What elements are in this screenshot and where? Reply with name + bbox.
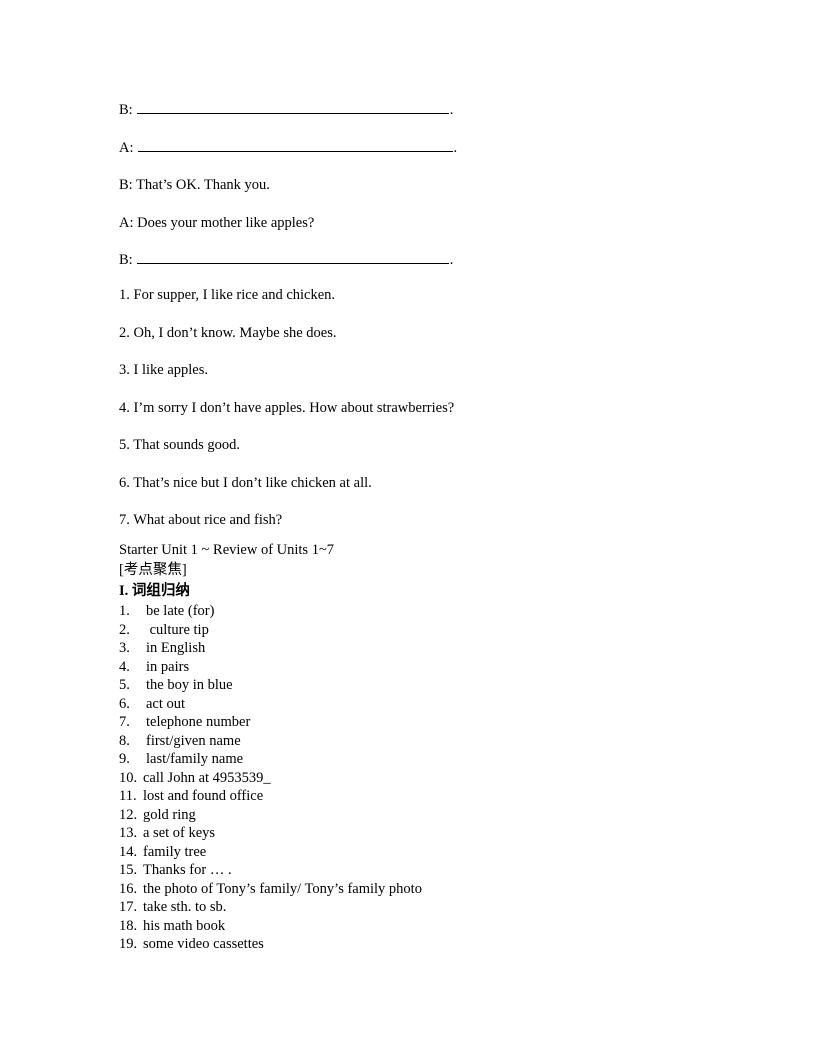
- dialogue-line-blank-b1: B:.: [119, 92, 739, 130]
- list-item-label: the photo of Tony’s family/ Tony’s famil…: [143, 880, 422, 897]
- list-item-label: the boy in blue: [146, 677, 233, 693]
- list-item-number: 14.: [119, 843, 138, 860]
- list-item-number: 2.: [119, 621, 130, 638]
- dialogue-line-a2: A: Does your mother like apples?: [119, 214, 315, 231]
- list-item-number: 1.: [119, 603, 130, 619]
- list-item: 19. some video cassettes: [119, 935, 759, 954]
- answer-sentence: 4. I’m sorry I don’t have apples. How ab…: [119, 399, 455, 416]
- list-item: 7. telephone number: [119, 713, 759, 732]
- blank-trailing-period: .: [449, 102, 454, 118]
- list-item: 2. culture tip: [119, 621, 759, 640]
- answer-blank-b2[interactable]: [136, 251, 449, 264]
- list-item-number: 12.: [119, 806, 138, 823]
- list-item-label: family tree: [143, 843, 207, 860]
- list-item: 8. first/given name: [119, 732, 759, 751]
- answer-sentence: 7. What about rice and fish?: [119, 512, 283, 528]
- dialogue-line-b2: B: That’s OK. Thank you.: [119, 177, 270, 193]
- list-item: 9. last/family name: [119, 750, 759, 769]
- section-heading-phrase-summary: I. 词组归纳: [119, 583, 190, 599]
- answer-blank-b1[interactable]: [136, 101, 449, 114]
- list-item-label: in pairs: [146, 658, 190, 675]
- list-item-number: 7.: [119, 714, 130, 730]
- list-item-label: be late (for): [146, 603, 215, 619]
- list-item: 5. the boy in blue: [119, 676, 759, 695]
- list-item-number: 19.: [119, 936, 138, 952]
- dialogue-line-blank-b2: B:.: [119, 242, 739, 280]
- list-item: 6. act out: [119, 695, 759, 714]
- list-item-number: 6.: [119, 695, 130, 712]
- speaker-label: B:: [119, 252, 133, 268]
- list-item-number: 8.: [119, 732, 130, 749]
- list-item-number: 11.: [119, 788, 137, 804]
- list-item-number: 15.: [119, 862, 138, 878]
- worksheet-page: B:. A:. B: That’s OK. Thank you. A: Does…: [0, 0, 816, 1056]
- focus-bracket-label: [考点聚焦]: [119, 562, 187, 578]
- phrase-list: 1. be late (for) 2. culture tip 3. in Engl…: [119, 602, 759, 954]
- list-item-number: 9.: [119, 751, 130, 767]
- list-item: 15. Thanks for … .: [119, 861, 759, 880]
- list-item: 16. the photo of Tony’s family/ Tony’s fa…: [119, 880, 759, 899]
- list-item-number: 18.: [119, 917, 138, 934]
- list-item-label: culture tip: [146, 621, 209, 638]
- list-item-label: some video cassettes: [143, 936, 264, 952]
- list-item-number: 10.: [119, 769, 138, 786]
- review-section: Starter Unit 1 ~ Review of Units 1~7 [考点…: [119, 541, 759, 954]
- list-item-label: take sth. to sb.: [143, 899, 227, 915]
- list-item: 18. his math book: [119, 917, 759, 936]
- answer-sentence: 3. I like apples.: [119, 362, 208, 378]
- answer-sentence-list: 1. For supper, I like rice and chicken. …: [119, 277, 759, 540]
- dialogue-block: B:. A:. B: That’s OK. Thank you. A: Does…: [119, 92, 739, 280]
- list-item-label: Thanks for … .: [143, 862, 232, 878]
- list-item: 3. in English: [119, 639, 759, 658]
- list-item: 14. family tree: [119, 843, 759, 862]
- list-item: 17. take sth. to sb.: [119, 898, 759, 917]
- list-item: 12. gold ring: [119, 806, 759, 825]
- answer-sentence: 2. Oh, I don’t know. Maybe she does.: [119, 324, 337, 341]
- list-item-label: lost and found office: [143, 788, 264, 804]
- list-item-number: 4.: [119, 658, 130, 675]
- list-item-label: telephone number: [146, 714, 251, 730]
- list-item: 11. lost and found office: [119, 787, 759, 806]
- list-item-number: 3.: [119, 640, 130, 656]
- answer-blank-a1[interactable]: [137, 138, 453, 152]
- answer-sentence: 1. For supper, I like rice and chicken.: [119, 287, 336, 303]
- speaker-label: B:: [119, 102, 133, 118]
- list-item: 1. be late (for): [119, 602, 759, 621]
- list-item-label: first/given name: [146, 732, 241, 749]
- list-item-number: 13.: [119, 825, 138, 841]
- list-item: 13. a set of keys: [119, 824, 759, 843]
- list-item-label: last/family name: [146, 751, 244, 767]
- list-item-label: a set of keys: [143, 825, 216, 841]
- unit-range-title: Starter Unit 1 ~ Review of Units 1~7: [119, 542, 335, 558]
- list-item-label: gold ring: [143, 806, 196, 823]
- list-item-label: in English: [146, 640, 206, 656]
- blank-trailing-period: .: [449, 252, 454, 268]
- answer-sentence: 6. That’s nice but I don’t like chicken …: [119, 474, 372, 491]
- list-item: 10. call John at 4953539_: [119, 769, 759, 788]
- list-item-label: his math book: [143, 917, 226, 934]
- list-item-number: 17.: [119, 899, 138, 915]
- dialogue-line-blank-a1: A:.: [119, 130, 739, 168]
- answer-sentence: 5. That sounds good.: [119, 437, 240, 453]
- list-item: 4. in pairs: [119, 658, 759, 677]
- list-item-number: 16.: [119, 880, 138, 897]
- list-item-label: call John at 4953539_: [143, 769, 271, 786]
- speaker-label: A:: [119, 139, 134, 156]
- list-item-label: act out: [146, 695, 186, 712]
- blank-trailing-period: .: [453, 139, 458, 156]
- list-item-number: 5.: [119, 677, 130, 693]
